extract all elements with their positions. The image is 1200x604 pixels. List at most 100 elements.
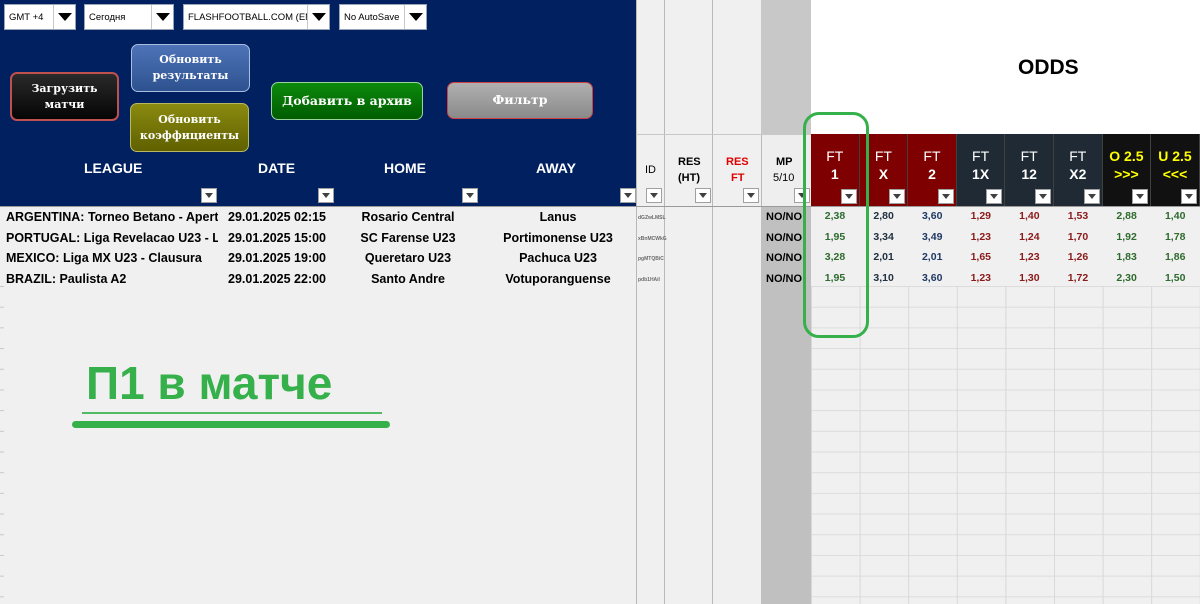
filter-away-button[interactable] [620, 188, 636, 203]
header-home: HOME [384, 160, 426, 176]
filter-home-button[interactable] [462, 188, 478, 203]
header-res-ft-2: FT [731, 172, 745, 184]
filter-odds-button[interactable] [1083, 189, 1100, 204]
header-res-ht-2: (HT) [678, 172, 700, 184]
home-cell: Santo Andre [371, 272, 445, 287]
column-separator [664, 0, 665, 604]
filter-odds-button[interactable] [1034, 189, 1051, 204]
filter-date-button[interactable] [318, 188, 334, 203]
odds-header-5: FT 12 [1005, 134, 1054, 206]
table-row[interactable]: BRAZIL: Paulista A2 29.01.2025 22:00 Santo… [0, 269, 1200, 289]
odds-cell: 1,83 [1116, 251, 1137, 264]
filter-res-ht-button[interactable] [695, 188, 711, 203]
odds-cell: 2,88 [1116, 210, 1137, 222]
home-cell: Queretaro U23 [364, 251, 452, 266]
source-dropdown[interactable]: FLASHFOOTBALL.COM (EN) [183, 4, 330, 30]
date-cell: 29.01.2025 19:00 [228, 251, 327, 266]
away-cell: Lanus [539, 210, 577, 224]
odds-cell: 1,26 [1067, 251, 1089, 264]
column-separator [712, 0, 713, 604]
load-label-1: Загрузить [31, 81, 98, 95]
odds-header-label-1: U 2.5 [1158, 148, 1192, 164]
chevron-down-icon[interactable] [151, 5, 173, 29]
annotation-text: П1 в матче [86, 357, 333, 409]
filter-res-ft-button[interactable] [743, 188, 759, 203]
odds-label-1: Обновить [158, 112, 221, 126]
update-odds-button[interactable]: Обновить коэффициенты [130, 103, 249, 152]
load-matches-button[interactable]: Загрузить матчи [10, 72, 119, 121]
odds-header-6: FT X2 [1054, 134, 1103, 206]
header-rule [636, 134, 811, 135]
odds-cell: 1,23 [970, 230, 992, 243]
header-mp-1: MP [776, 156, 793, 168]
highlight-ft1-circle [803, 112, 869, 338]
filter-odds-button[interactable] [889, 189, 906, 204]
odds-cell: 1,72 [1067, 272, 1089, 285]
header-id: ID [645, 164, 656, 176]
odds-cell: 1,78 [1164, 230, 1186, 243]
chevron-down-icon[interactable] [53, 5, 75, 29]
odds-cell: 1,24 [1019, 230, 1040, 243]
odds-header-4: FT 1X [956, 134, 1006, 206]
date-dropdown[interactable]: Сегодня [84, 4, 174, 30]
odds-header-8: U 2.5 <<< [1151, 134, 1200, 206]
odds-cell: 2,30 [1116, 272, 1137, 285]
header-res-ft-1: RES [726, 156, 749, 168]
id-cell: dGZwLMSL [638, 215, 666, 221]
odds-header-label-1: FT [923, 148, 941, 164]
odds-cell: 3,49 [921, 230, 943, 243]
odds-header-label-1: FT [972, 148, 990, 164]
timezone-dropdown[interactable]: GMT +4 [4, 4, 76, 30]
league-cell: PORTUGAL: Liga Revelacao U23 - Loser [6, 230, 218, 245]
annotation-underline [72, 421, 390, 428]
filter-odds-button[interactable] [1132, 189, 1149, 204]
filter-league-button[interactable] [201, 188, 217, 203]
annotation-underline-thin [82, 412, 382, 414]
chevron-down-icon[interactable] [307, 5, 329, 29]
update-results-button[interactable]: Обновить результаты [131, 44, 250, 92]
column-separator [636, 0, 637, 604]
odds-header-3: FT 2 [908, 134, 957, 206]
date-cell: 29.01.2025 22:00 [228, 272, 327, 287]
odds-header-label-2: <<< [1162, 166, 1188, 182]
mp-column-top [761, 0, 811, 134]
odds-title-area [811, 0, 1200, 134]
odds-cell: 1,29 [970, 210, 992, 222]
home-cell: SC Farense U23 [360, 230, 456, 245]
timezone-value: GMT +4 [9, 11, 44, 23]
odds-header-label-1: FT [1069, 148, 1087, 164]
add-to-archive-button[interactable]: Добавить в архив [271, 82, 423, 120]
table-row[interactable]: ARGENTINA: Torneo Betano - Apertura 29.01… [0, 207, 1200, 227]
odds-cell: 3,60 [921, 272, 943, 285]
filter-id-button[interactable] [646, 188, 662, 203]
id-cell: xBnMCWkG [638, 235, 667, 242]
table-row[interactable]: MEXICO: Liga MX U23 - Clausura 29.01.2025… [0, 248, 1200, 268]
spreadsheet-window: GMT +4 Сегодня FLASHFOOTBALL.COM (EN) No… [0, 0, 1200, 604]
header-league: LEAGUE [84, 160, 143, 176]
chevron-down-icon[interactable] [404, 5, 426, 29]
odds-header-label-2: X [878, 166, 889, 182]
filter-button[interactable]: Фильтр [447, 82, 593, 119]
league-cell: BRAZIL: Paulista A2 [6, 272, 127, 287]
header-res-ht-1: RES [678, 156, 701, 168]
table-row[interactable]: PORTUGAL: Liga Revelacao U23 - Loser 29.0… [0, 228, 1200, 248]
date-value: Сегодня [89, 11, 126, 23]
filter-odds-button[interactable] [1180, 189, 1197, 204]
odds-cell: 1,50 [1164, 272, 1186, 285]
id-cell: pgMTQBiC [638, 256, 664, 263]
league-cell: ARGENTINA: Torneo Betano - Apertura [6, 210, 218, 224]
date-cell: 29.01.2025 02:15 [228, 210, 327, 224]
header-away: AWAY [536, 160, 576, 176]
odds-cell: 1,40 [1019, 210, 1040, 222]
filter-odds-button[interactable] [986, 189, 1003, 204]
odds-header-label-2: 12 [1021, 166, 1037, 182]
odds-cell: 1,65 [970, 251, 992, 264]
odds-cell: 1,23 [1019, 251, 1040, 264]
home-cell: Rosario Central [361, 210, 455, 224]
filter-odds-button[interactable] [937, 189, 954, 204]
autosave-dropdown[interactable]: No AutoSave [339, 4, 427, 30]
away-cell: Portimonense U23 [503, 230, 613, 245]
source-value: FLASHFOOTBALL.COM (EN) [188, 11, 307, 23]
odds-cell: 1,92 [1116, 230, 1137, 243]
odds-cell: 1,70 [1067, 230, 1089, 243]
